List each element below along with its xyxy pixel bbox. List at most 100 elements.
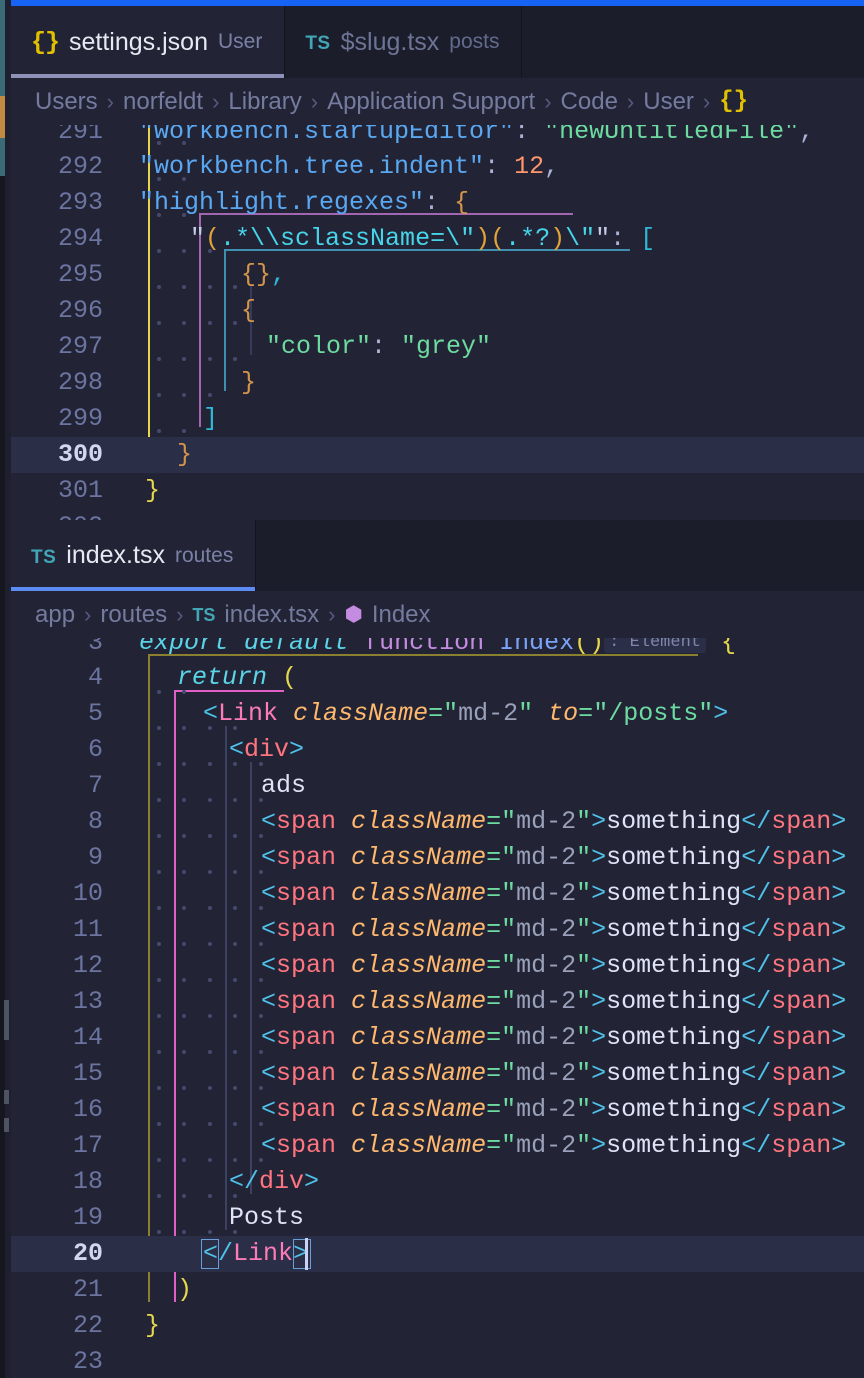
code-line-296[interactable]: 296 { bbox=[11, 293, 864, 329]
code-line-3[interactable]: 3 export default function Index(): Eleme… bbox=[11, 638, 864, 660]
function-parens: () bbox=[574, 638, 605, 657]
tab-label-settings-json: settings.json bbox=[69, 27, 208, 56]
equals: = bbox=[486, 807, 502, 836]
quote: " bbox=[576, 879, 592, 908]
line-number: 6 bbox=[87, 735, 103, 764]
code-line-18[interactable]: 18 </div> bbox=[11, 1164, 864, 1200]
code-line-6[interactable]: 6 <div> bbox=[11, 732, 864, 768]
code-line-293[interactable]: 293 "highlight.regexes": { bbox=[11, 185, 864, 221]
code-line-295[interactable]: 295 {}, bbox=[11, 257, 864, 293]
code-line-21[interactable]: 21 ) bbox=[11, 1272, 864, 1308]
code-editor-index-tsx[interactable]: 3 export default function Index(): Eleme… bbox=[11, 638, 864, 1378]
editor-group-index-tsx: TS index.tsx routes app › routes › TS in… bbox=[11, 520, 864, 1378]
code-line-4[interactable]: 4 return ( bbox=[11, 660, 864, 696]
json-property-tree-indent: "workbench.tree.indent" bbox=[139, 152, 485, 181]
tab-settings-json[interactable]: {} settings.json User bbox=[11, 6, 286, 78]
code-line-22[interactable]: 22 } bbox=[11, 1308, 864, 1344]
keyword-default: default bbox=[244, 638, 350, 657]
quote: " bbox=[501, 843, 517, 872]
breadcrumb-item-routes[interactable]: routes bbox=[100, 601, 167, 629]
overview-ruler-mark-3[interactable] bbox=[4, 1118, 9, 1132]
angle-bracket-open: < bbox=[261, 1095, 277, 1124]
json-property-color: "color" bbox=[266, 332, 372, 361]
line-number: 292 bbox=[57, 152, 103, 181]
quote: " bbox=[595, 224, 611, 253]
tab-index-tsx[interactable]: TS index.tsx routes bbox=[11, 520, 257, 591]
overview-ruler-mark-1[interactable] bbox=[4, 1000, 9, 1040]
code-line-301[interactable]: 301 } bbox=[11, 473, 864, 509]
angle-bracket-close: > bbox=[591, 1131, 607, 1160]
code-line-294[interactable]: 294 "(.*\\sclassName=\")(.*?)\"": [ bbox=[11, 221, 864, 257]
jsx-tag-span: span bbox=[771, 1131, 832, 1160]
code-line-20[interactable]: 20 </Link> bbox=[11, 1236, 864, 1272]
code-line-297[interactable]: 297 "color": "grey" bbox=[11, 329, 864, 365]
angle-bracket-close-open: </ bbox=[741, 1059, 772, 1088]
jsx-text-something: something bbox=[606, 951, 742, 980]
code-line-13[interactable]: 13 <span className="md-2">something</spa… bbox=[11, 984, 864, 1020]
code-line-9[interactable]: 9 <span className="md-2">something</span… bbox=[11, 840, 864, 876]
code-line-291[interactable]: 291 "workbench.startupEditor": "newUntit… bbox=[11, 125, 864, 149]
code-line-12[interactable]: 12 <span className="md-2">something</spa… bbox=[11, 948, 864, 984]
angle-bracket-close-open: </ bbox=[741, 1095, 772, 1124]
brace-close: } bbox=[241, 368, 257, 397]
line-number: 18 bbox=[72, 1167, 103, 1196]
code-line-14[interactable]: 14 <span className="md-2">something</spa… bbox=[11, 1020, 864, 1056]
code-line-15[interactable]: 15 <span className="md-2">something</spa… bbox=[11, 1056, 864, 1092]
code-line-7[interactable]: 7 ads bbox=[11, 768, 864, 804]
angle-bracket-close: > bbox=[831, 879, 847, 908]
breadcrumb-item-settings-json[interactable]: {} bbox=[719, 88, 748, 115]
code-line-292[interactable]: 292 "workbench.tree.indent": 12, bbox=[11, 149, 864, 185]
angle-bracket-close: > bbox=[831, 1059, 847, 1088]
code-line-8[interactable]: 8 <span className="md-2">something</span… bbox=[11, 804, 864, 840]
equals: = bbox=[486, 879, 502, 908]
code-line-5[interactable]: 5 <Link className="md-2" to="/posts"> bbox=[11, 696, 864, 732]
code-line-299[interactable]: 299 ] bbox=[11, 401, 864, 437]
line-number: 296 bbox=[57, 296, 103, 325]
inlay-type: Element bbox=[629, 638, 701, 652]
line-number: 5 bbox=[87, 699, 103, 728]
code-line-300[interactable]: 300 } bbox=[11, 437, 864, 473]
code-line-302[interactable]: 302 bbox=[11, 509, 864, 520]
tab-slug-tsx[interactable]: TS $slug.tsx posts bbox=[285, 6, 523, 78]
code-line-23[interactable]: 23 bbox=[11, 1344, 864, 1378]
overview-ruler-mark-2[interactable] bbox=[4, 1090, 9, 1104]
chevron-right-icon: › bbox=[176, 601, 184, 627]
breadcrumb-item-app[interactable]: app bbox=[35, 601, 75, 629]
chevron-right-icon: › bbox=[328, 601, 336, 627]
code-line-19[interactable]: 19 Posts bbox=[11, 1200, 864, 1236]
code-line-10[interactable]: 10 <span className="md-2">something</spa… bbox=[11, 876, 864, 912]
jsx-attr-classname: className bbox=[351, 951, 487, 980]
breadcrumb-item-index-symbol[interactable]: Index bbox=[372, 601, 431, 629]
quote: " bbox=[576, 1023, 592, 1052]
code-line-17[interactable]: 17 <span className="md-2">something</spa… bbox=[11, 1128, 864, 1164]
breadcrumb-item-library[interactable]: Library bbox=[228, 88, 301, 116]
code-editor-settings-json[interactable]: 291 "workbench.startupEditor": "newUntit… bbox=[11, 125, 864, 520]
jsx-component-link: Link bbox=[218, 699, 279, 728]
code-line-16[interactable]: 16 <span className="md-2">something</spa… bbox=[11, 1092, 864, 1128]
code-line-298[interactable]: 298 } bbox=[11, 365, 864, 401]
angle-bracket-close-open: </ bbox=[203, 1239, 234, 1268]
breadcrumb-group-1: Users › norfeldt › Library › Application… bbox=[11, 78, 864, 125]
breadcrumb-item-users[interactable]: Users bbox=[35, 88, 98, 116]
adjacent-editor-group-edge bbox=[0, 0, 11, 1378]
angle-bracket-open: < bbox=[203, 699, 219, 728]
keyword-export: export bbox=[139, 638, 230, 657]
colon: : bbox=[514, 125, 545, 146]
breadcrumb-item-index-tsx[interactable]: index.tsx bbox=[224, 601, 319, 629]
breadcrumb-item-application-support[interactable]: Application Support bbox=[327, 88, 535, 116]
json-property-highlight-regexes: "highlight.regexes" bbox=[139, 188, 425, 217]
line-number: 294 bbox=[57, 224, 103, 253]
angle-bracket-close: > bbox=[591, 843, 607, 872]
angle-bracket-close: > bbox=[831, 915, 847, 944]
tab-label-index-tsx: index.tsx bbox=[66, 541, 165, 569]
breadcrumb-item-user[interactable]: User bbox=[643, 88, 694, 116]
line-number: 301 bbox=[57, 476, 103, 505]
breadcrumb-item-code[interactable]: Code bbox=[561, 88, 618, 116]
jsx-text-something: something bbox=[606, 807, 742, 836]
bracket-close: ] bbox=[203, 404, 219, 433]
tab-bar-group-1: {} settings.json User TS $slug.tsx posts bbox=[11, 6, 864, 78]
code-line-11[interactable]: 11 <span className="md-2">something</spa… bbox=[11, 912, 864, 948]
angle-bracket-close: > bbox=[831, 1095, 847, 1124]
breadcrumb-item-norfeldt[interactable]: norfeldt bbox=[123, 88, 203, 116]
